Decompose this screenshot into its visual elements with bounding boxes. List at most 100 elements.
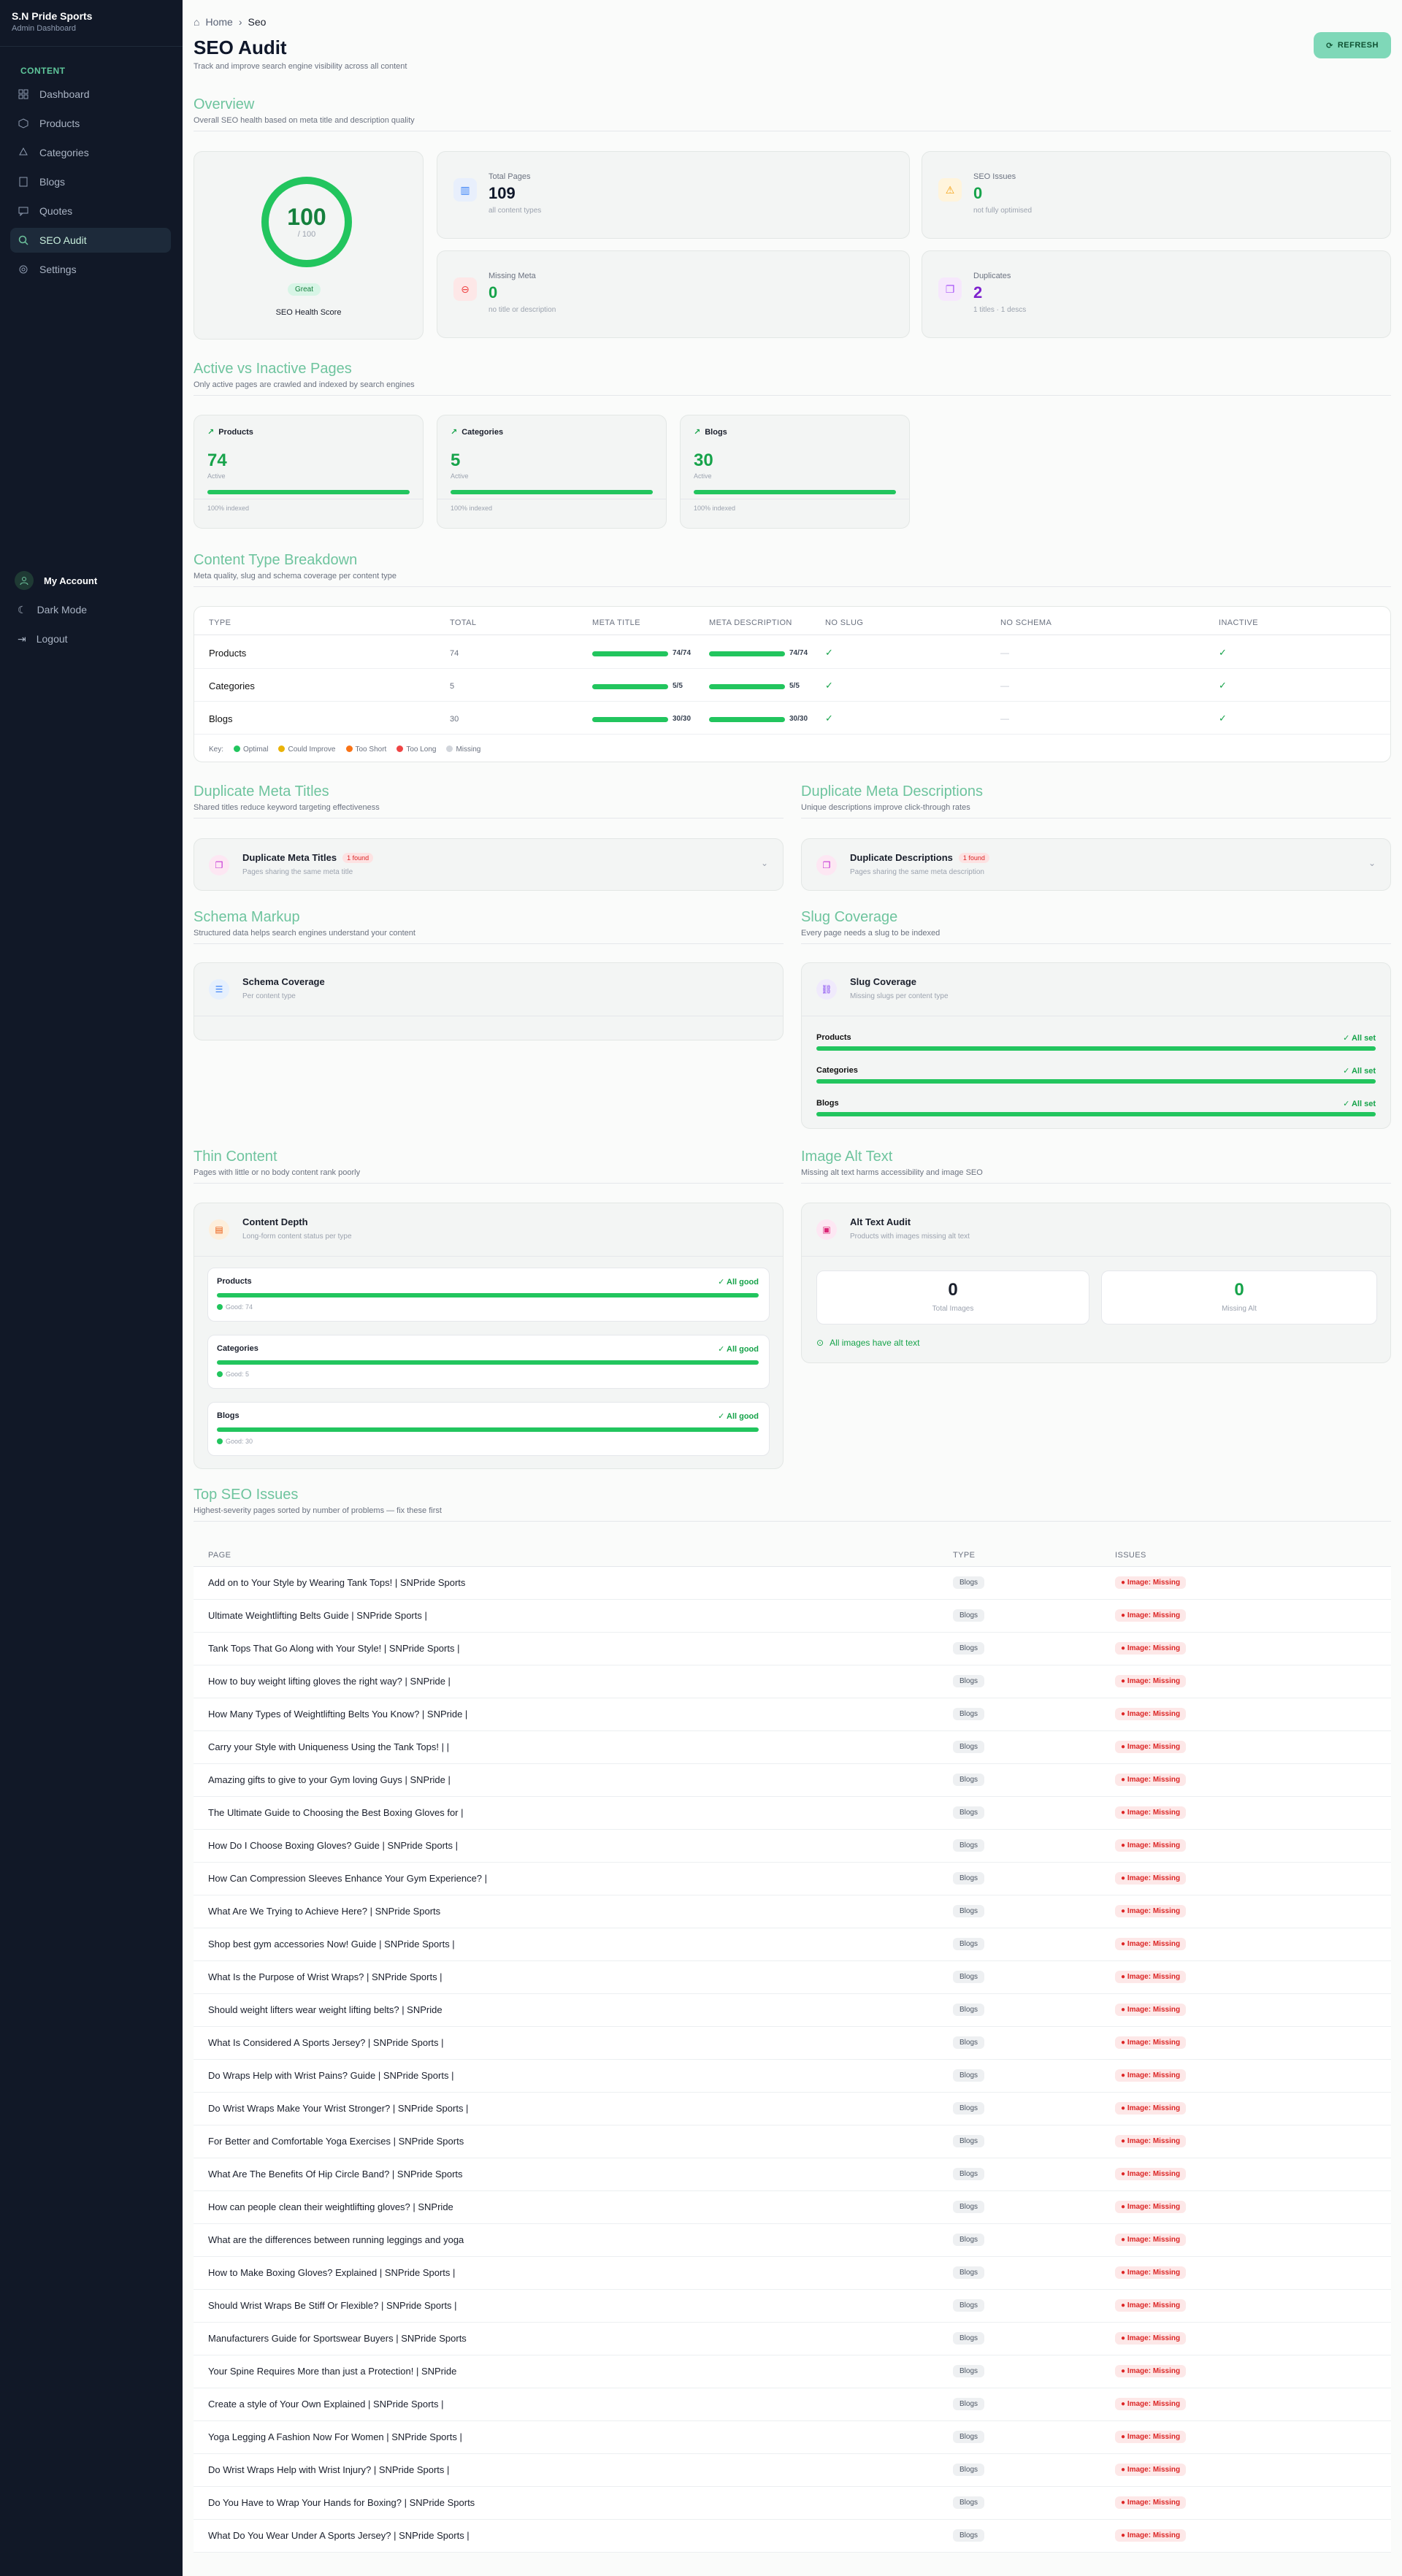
active-progress-bar xyxy=(207,490,410,494)
inactive-check: ✓ xyxy=(1219,647,1227,658)
slug-row-status: ✓ All set xyxy=(1343,1100,1376,1108)
dark-mode-toggle[interactable]: ☾ Dark Mode xyxy=(10,597,171,622)
page-title-cell[interactable]: What Are We Trying to Achieve Here? | SN… xyxy=(208,1906,440,1917)
page-title-cell[interactable]: Carry your Style with Uniqueness Using t… xyxy=(208,1741,449,1752)
page-title-cell[interactable]: Should Wrist Wraps Be Stiff Or Flexible?… xyxy=(208,2300,457,2311)
table-row[interactable]: What Are We Trying to Achieve Here? | SN… xyxy=(194,1895,1391,1928)
page-title-cell[interactable]: Do Wraps Help with Wrist Pains? Guide | … xyxy=(208,2070,453,2081)
page-title-cell[interactable]: Should weight lifters wear weight liftin… xyxy=(208,2004,443,2015)
sidebar-item-blogs[interactable]: Blogs xyxy=(10,169,171,194)
page-title-cell[interactable]: How to buy weight lifting gloves the rig… xyxy=(208,1676,451,1687)
page-title-cell[interactable]: How to Make Boxing Gloves? Explained | S… xyxy=(208,2267,455,2278)
page-title-cell[interactable]: Ultimate Weightlifting Belts Guide | SNP… xyxy=(208,1610,427,1621)
issue-badge: ● Image: Missing xyxy=(1115,2036,1187,2049)
nav-heading: CONTENT xyxy=(20,66,66,76)
table-row[interactable]: What Is Considered A Sports Jersey? | SN… xyxy=(194,2027,1391,2060)
table-row[interactable]: How to buy weight lifting gloves the rig… xyxy=(194,1665,1391,1698)
warning-icon: ⚠ xyxy=(938,178,962,202)
table-row[interactable]: Should Wrist Wraps Be Stiff Or Flexible?… xyxy=(194,2290,1391,2323)
found-badge: 1 found xyxy=(342,852,374,863)
page-title-cell[interactable]: Do Wrist Wraps Make Your Wrist Stronger?… xyxy=(208,2103,468,2114)
table-row[interactable]: Do Wrist Wraps Make Your Wrist Stronger?… xyxy=(194,2093,1391,2125)
page-title-cell[interactable]: Shop best gym accessories Now! Guide | S… xyxy=(208,1939,455,1950)
table-row[interactable]: Ultimate Weightlifting Belts Guide | SNP… xyxy=(194,1600,1391,1633)
page-title-cell[interactable]: How can people clean their weightlifting… xyxy=(208,2201,453,2212)
slug-row-name: Blogs xyxy=(816,1099,839,1108)
stat-value: 109 xyxy=(489,184,516,202)
table-row[interactable]: What Are The Benefits Of Hip Circle Band… xyxy=(194,2158,1391,2191)
sidebar-item-quotes[interactable]: Quotes xyxy=(10,199,171,223)
issue-badge: ● Image: Missing xyxy=(1115,1774,1187,1786)
table-row[interactable]: How Many Types of Weightlifting Belts Yo… xyxy=(194,1698,1391,1731)
page-title-cell[interactable]: Do Wrist Wraps Help with Wrist Injury? |… xyxy=(208,2464,449,2475)
page-title-cell[interactable]: Do You Have to Wrap Your Hands for Boxin… xyxy=(208,2497,475,2508)
table-row[interactable]: For Better and Comfortable Yoga Exercise… xyxy=(194,2125,1391,2158)
page-title-cell[interactable]: How Do I Choose Boxing Gloves? Guide | S… xyxy=(208,1840,458,1851)
issue-badge: ● Image: Missing xyxy=(1115,1675,1187,1687)
col-header: META DESCRIPTION xyxy=(709,618,792,627)
table-row[interactable]: Tank Tops That Go Along with Your Style!… xyxy=(194,1633,1391,1665)
table-row[interactable]: The Ultimate Guide to Choosing the Best … xyxy=(194,1797,1391,1830)
page-title-cell[interactable]: What Is the Purpose of Wrist Wraps? | SN… xyxy=(208,1971,443,1982)
inactive-check: ✓ xyxy=(1219,680,1227,691)
slug-row-status: ✓ All set xyxy=(1343,1067,1376,1076)
table-row[interactable]: How Do I Choose Boxing Gloves? Guide | S… xyxy=(194,1830,1391,1863)
page-title-cell[interactable]: What Are The Benefits Of Hip Circle Band… xyxy=(208,2169,463,2180)
chevron-down-icon[interactable]: ⌄ xyxy=(1368,858,1376,868)
page-title-cell[interactable]: The Ultimate Guide to Choosing the Best … xyxy=(208,1807,464,1818)
table-row[interactable]: Add on to Your Style by Wearing Tank Top… xyxy=(194,1567,1391,1600)
table-row[interactable]: What Do You Wear Under A Sports Jersey? … xyxy=(194,2520,1391,2553)
page-title-cell[interactable]: What Is Considered A Sports Jersey? | SN… xyxy=(208,2037,444,2048)
table-row[interactable]: How Can Compression Sleeves Enhance Your… xyxy=(194,1863,1391,1895)
duplicate-titles-card[interactable]: ❐ Duplicate Meta Titles 1 found Pages sha… xyxy=(194,838,784,891)
duplicate-descs-card[interactable]: ❐ Duplicate Descriptions 1 found Pages sh… xyxy=(801,838,1391,891)
table-body: Add on to Your Style by Wearing Tank Top… xyxy=(194,1567,1391,2553)
page-title-cell[interactable]: Tank Tops That Go Along with Your Style!… xyxy=(208,1643,459,1654)
table-row[interactable]: How can people clean their weightlifting… xyxy=(194,2191,1391,2224)
slug-coverage-card: ⛓ Slug Coverage Missing slugs per conten… xyxy=(801,962,1391,1129)
logout-button[interactable]: ⇥ Logout xyxy=(10,626,171,651)
table-row[interactable]: How to Make Boxing Gloves? Explained | S… xyxy=(194,2257,1391,2290)
sidebar-item-dashboard[interactable]: Dashboard xyxy=(10,82,171,107)
page-title-cell[interactable]: What are the differences between running… xyxy=(208,2234,464,2245)
table-row[interactable]: Do Wrist Wraps Help with Wrist Injury? |… xyxy=(194,2454,1391,2487)
meta-title-count: 74/74 xyxy=(673,649,692,657)
table-row[interactable]: Your Spine Requires More than just a Pro… xyxy=(194,2355,1391,2388)
sidebar-item-categories[interactable]: Categories xyxy=(10,140,171,165)
active-card-categories: ↗ Categories 5 Active 100% indexed xyxy=(437,415,667,529)
sidebar-item-products[interactable]: Products xyxy=(10,111,171,136)
breadcrumb-home[interactable]: Home xyxy=(205,16,232,28)
page-title-cell[interactable]: Manufacturers Guide for Sportswear Buyer… xyxy=(208,2333,467,2344)
table-row[interactable]: Create a style of Your Own Explained | S… xyxy=(194,2388,1391,2421)
table-row[interactable]: Carry your Style with Uniqueness Using t… xyxy=(194,1731,1391,1764)
page-title-cell[interactable]: How Many Types of Weightlifting Belts Yo… xyxy=(208,1709,467,1720)
page-title-cell[interactable]: For Better and Comfortable Yoga Exercise… xyxy=(208,2136,464,2147)
type-badge: Blogs xyxy=(953,2529,985,2542)
chevron-down-icon[interactable]: ⌄ xyxy=(761,858,768,868)
page-title-cell[interactable]: Add on to Your Style by Wearing Tank Top… xyxy=(208,1577,465,1588)
key-label: Key: xyxy=(209,745,224,754)
issue-badge: ● Image: Missing xyxy=(1115,2464,1187,2476)
table-row[interactable]: Do Wraps Help with Wrist Pains? Guide | … xyxy=(194,2060,1391,2093)
page-title-cell[interactable]: How Can Compression Sleeves Enhance Your… xyxy=(208,1873,487,1884)
sidebar-item-seo-audit[interactable]: SEO Audit xyxy=(10,228,171,253)
sidebar-item-settings[interactable]: Settings xyxy=(10,257,171,282)
table-row[interactable]: Should weight lifters wear weight liftin… xyxy=(194,1994,1391,2027)
page-title-cell[interactable]: Create a style of Your Own Explained | S… xyxy=(208,2399,444,2410)
table-row[interactable]: Manufacturers Guide for Sportswear Buyer… xyxy=(194,2323,1391,2355)
refresh-button[interactable]: ⟳ REFRESH xyxy=(1314,32,1391,58)
page-title-cell[interactable]: Yoga Legging A Fashion Now For Women | S… xyxy=(208,2431,462,2442)
table-row[interactable]: What Is the Purpose of Wrist Wraps? | SN… xyxy=(194,1961,1391,1994)
my-account-button[interactable]: My Account xyxy=(10,568,171,593)
table-row[interactable]: What are the differences between running… xyxy=(194,2224,1391,2257)
issue-badge: ● Image: Missing xyxy=(1115,1642,1187,1655)
page-title-cell[interactable]: Your Spine Requires More than just a Pro… xyxy=(208,2366,456,2377)
page-title-cell[interactable]: What Do You Wear Under A Sports Jersey? … xyxy=(208,2530,470,2541)
table-row[interactable]: Do You Have to Wrap Your Hands for Boxin… xyxy=(194,2487,1391,2520)
table-row[interactable]: Yoga Legging A Fashion Now For Women | S… xyxy=(194,2421,1391,2454)
table-row[interactable]: Amazing gifts to give to your Gym loving… xyxy=(194,1764,1391,1797)
meta-title-bar xyxy=(592,717,668,722)
issue-badge: ● Image: Missing xyxy=(1115,2332,1187,2345)
table-row[interactable]: Shop best gym accessories Now! Guide | S… xyxy=(194,1928,1391,1961)
page-title-cell[interactable]: Amazing gifts to give to your Gym loving… xyxy=(208,1774,451,1785)
